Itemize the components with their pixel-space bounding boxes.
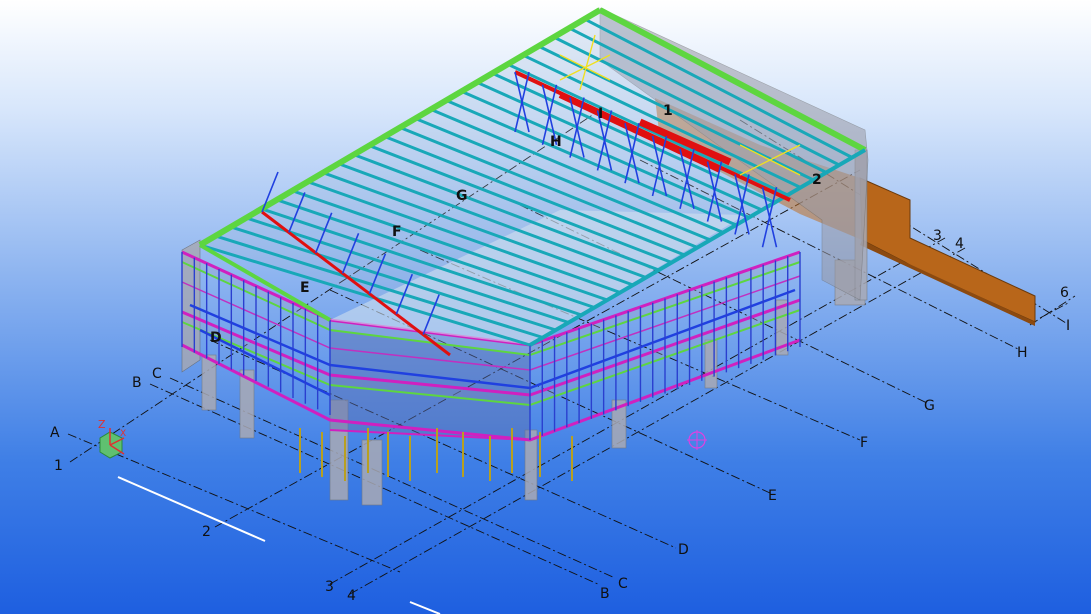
coordinate-axis-icon: Z X [98, 418, 126, 459]
model-label-F: F [392, 224, 402, 240]
grid-label-C-left: C [152, 366, 162, 382]
selection-line [117, 476, 266, 542]
grid-label-2-left: 2 [202, 524, 211, 540]
grid-label-C-right: C [618, 576, 628, 592]
axis-x-label: X [120, 429, 126, 439]
grid-label-A: A [50, 425, 60, 441]
model-label-D: D [210, 330, 222, 346]
rotation-center-icon[interactable] [687, 430, 707, 450]
grid-label-E: E [768, 488, 777, 504]
model-label-E: E [300, 280, 310, 296]
selection-line-2 [409, 601, 441, 614]
model-label-2: 2 [812, 172, 822, 188]
grid-label-1: 1 [54, 458, 63, 474]
grid-label-3-left: 3 [325, 579, 334, 595]
grid-label-6: 6 [1060, 285, 1069, 301]
axis-z-label: Z [98, 418, 106, 431]
model-label-G: G [456, 188, 468, 204]
grid-label-G: G [924, 398, 935, 414]
3d-model-view[interactable]: D E F G H I 1 2 A 1 B C 2 3 4 B C D E F … [0, 0, 1091, 614]
model-label-H: H [550, 134, 562, 150]
grid-label-I: I [1066, 318, 1070, 334]
grid-label-3-right: 3 [933, 228, 942, 244]
grid-label-4-right: 4 [955, 236, 964, 252]
model-label-1: 1 [663, 103, 673, 119]
model-label-I: I [598, 106, 603, 122]
grid-label-H: H [1017, 345, 1028, 361]
grid-label-B-left: B [132, 375, 142, 391]
model-viewport[interactable]: D E F G H I 1 2 A 1 B C 2 3 4 B C D E F … [0, 0, 1091, 614]
grid-label-B-right: B [600, 586, 610, 602]
grid-label-D: D [678, 542, 689, 558]
grid-label-4-left: 4 [347, 588, 356, 604]
grid-label-F: F [860, 435, 868, 451]
roof [198, 7, 867, 357]
